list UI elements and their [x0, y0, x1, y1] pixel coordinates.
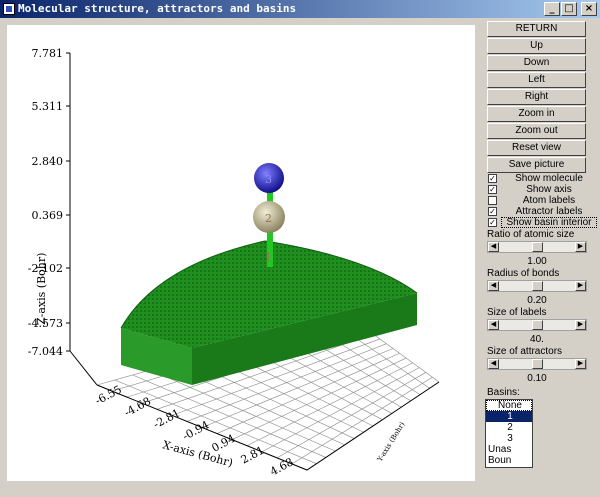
- plot-canvas[interactable]: 7.781 5.311 2.840 0.369 -2.102 -4.573 -7.044 Z…: [7, 25, 475, 481]
- z-tick-label: 7.781: [32, 47, 64, 60]
- slider-track[interactable]: ◀ ▶: [487, 319, 587, 331]
- arrow-right-icon[interactable]: ▶: [575, 242, 586, 252]
- grid-line: [291, 376, 433, 465]
- zoom-out-button[interactable]: Zoom out: [487, 123, 586, 139]
- left-button[interactable]: Left: [487, 72, 586, 88]
- slider-value: 1.00: [527, 256, 547, 267]
- slider-track[interactable]: ◀ ▶: [487, 241, 587, 253]
- slider-track[interactable]: ◀ ▶: [487, 358, 587, 370]
- checkbox-label: Show axis: [526, 184, 572, 195]
- down-button[interactable]: Down: [487, 55, 586, 71]
- basin-item-boun[interactable]: Boun: [486, 455, 532, 466]
- checkbox-box[interactable]: ✓: [488, 174, 497, 183]
- checkbox-box[interactable]: ✓: [488, 207, 497, 216]
- close-button[interactable]: ×: [581, 2, 597, 16]
- grid-line: [276, 372, 427, 459]
- checkbox-box[interactable]: [488, 196, 497, 205]
- z-tick-label: -7.044: [28, 345, 63, 358]
- z-axis-foot: [69, 350, 98, 386]
- x-tick-label: 2.81: [239, 444, 267, 467]
- arrow-left-icon[interactable]: ◀: [488, 359, 499, 369]
- right-button[interactable]: Right: [487, 89, 586, 105]
- slider-value: 0.10: [527, 373, 547, 384]
- slider-label: Size of attractors: [487, 346, 563, 357]
- checkbox-box[interactable]: ✓: [488, 218, 497, 227]
- grid-edge: [96, 381, 440, 471]
- x-tick-label: -4.68: [122, 395, 153, 420]
- z-tick-label: 5.311: [32, 100, 64, 113]
- app-icon: [3, 3, 15, 15]
- arrow-right-icon[interactable]: ▶: [575, 281, 586, 291]
- slider-thumb[interactable]: [531, 320, 543, 330]
- slider-track[interactable]: ◀ ▶: [487, 280, 587, 292]
- x-tick-label: -2.81: [151, 406, 182, 431]
- reset-view-button[interactable]: Reset view: [487, 140, 586, 156]
- basin-item-unas[interactable]: Unas: [486, 444, 532, 455]
- zoom-in-button[interactable]: Zoom in: [487, 106, 586, 122]
- atom-2-label: 2: [265, 212, 272, 225]
- arrow-right-icon[interactable]: ▶: [575, 320, 586, 330]
- atom-1-label: 1: [265, 251, 272, 264]
- basin-item-2[interactable]: 2: [486, 422, 532, 433]
- checkbox-label: Show basin interior: [501, 217, 597, 228]
- y-axis-label: Y-axis (Bohr): [375, 420, 406, 464]
- basins-listbox[interactable]: None 1 2 3 Unas Boun: [485, 399, 533, 468]
- atom-3-label: 3: [265, 173, 272, 186]
- z-tick-label: 0.369: [32, 209, 64, 222]
- arrow-left-icon[interactable]: ◀: [488, 320, 499, 330]
- basin-item-none[interactable]: None: [486, 400, 532, 411]
- arrow-left-icon[interactable]: ◀: [488, 242, 499, 252]
- window-title: Molecular structure, attractors and basi…: [18, 2, 297, 15]
- arrow-right-icon[interactable]: ▶: [575, 359, 586, 369]
- slider-value: 40.: [530, 334, 544, 345]
- basin-item-3[interactable]: 3: [486, 433, 532, 444]
- z-tick-label: 2.840: [32, 155, 64, 168]
- slider-label: Size of labels: [487, 307, 547, 318]
- arrow-left-icon[interactable]: ◀: [488, 281, 499, 291]
- up-button[interactable]: Up: [487, 38, 586, 54]
- checkbox-label: Atom labels: [522, 195, 576, 206]
- slider-label: Ratio of atomic size: [487, 229, 575, 240]
- slider-label: Radius of bonds: [487, 268, 560, 279]
- save-picture-button[interactable]: Save picture: [487, 157, 586, 173]
- title-bar: Molecular structure, attractors and basi…: [0, 0, 600, 18]
- return-button[interactable]: RETURN: [487, 21, 586, 37]
- x-tick-label: 4.68: [268, 455, 296, 478]
- checkbox-row[interactable]: ✓ Show basin interior: [487, 217, 597, 229]
- slider-thumb[interactable]: [531, 242, 543, 252]
- checkbox-label: Attractor labels: [515, 206, 583, 217]
- slider-value: 0.20: [527, 295, 547, 306]
- z-axis-label: Z-axis (Bohr): [35, 253, 48, 325]
- x-tick-label: -6.55: [93, 383, 124, 408]
- basin-item-1[interactable]: 1: [486, 411, 532, 422]
- x-tick-label: -0.94: [180, 418, 211, 443]
- molecule-plot: 7.7815.3112.8400.369-2.102-4.573-7.044 Z…: [28, 47, 440, 478]
- maximize-button[interactable]: □: [561, 2, 577, 16]
- basins-label: Basins:: [487, 387, 520, 398]
- checkbox-box[interactable]: ✓: [488, 185, 497, 194]
- checkbox-label: Show molecule: [515, 173, 583, 184]
- slider-thumb[interactable]: [531, 281, 543, 291]
- minimize-button[interactable]: _: [544, 2, 560, 16]
- slider-thumb[interactable]: [531, 359, 543, 369]
